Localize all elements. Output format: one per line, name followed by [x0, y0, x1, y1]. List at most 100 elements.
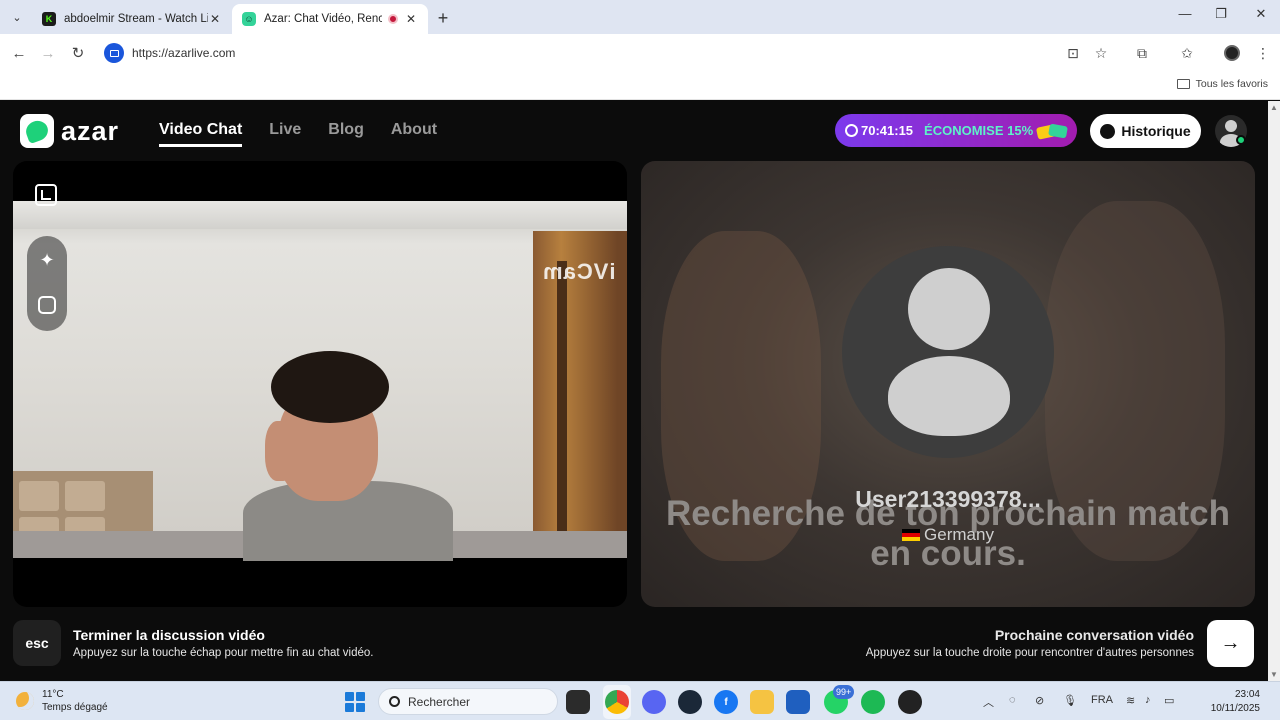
ai-effects-sparkle-icon[interactable]: ✦: [35, 248, 59, 272]
restore-window-button[interactable]: ❐: [1206, 6, 1236, 22]
local-video: iVCam ✦: [13, 161, 627, 607]
obs-icon[interactable]: [898, 690, 922, 714]
search-icon: [389, 696, 400, 707]
address-bar[interactable]: https://azarlive.com: [100, 39, 1120, 67]
bookmark-star-icon[interactable]: ☆: [1090, 42, 1112, 64]
face-filter-icon[interactable]: [35, 293, 59, 317]
next-chat-title: Prochaine conversation vidéo: [994, 627, 1194, 643]
minimize-video-icon[interactable]: [35, 184, 57, 206]
end-chat-button[interactable]: esc: [13, 620, 61, 666]
language-indicator[interactable]: FRA: [1091, 694, 1113, 706]
close-tab-icon[interactable]: ✕: [404, 12, 418, 26]
nav-live[interactable]: Live: [269, 121, 301, 147]
nav-blog[interactable]: Blog: [328, 121, 364, 147]
microsoft-store-icon[interactable]: [786, 690, 810, 714]
tab-search-chevron-icon[interactable]: ⌄: [8, 8, 26, 26]
url-text[interactable]: https://azarlive.com: [132, 46, 235, 60]
history-clock-icon: [1100, 123, 1116, 139]
discord-icon[interactable]: [642, 690, 666, 714]
country-name: Germany: [924, 525, 994, 544]
online-status-badge: [1236, 135, 1246, 145]
search-placeholder: Rechercher: [408, 694, 471, 709]
browser-tab-bar: ⌄ K abdoelmir Stream - Watch Live ✕ ☺ Az…: [0, 0, 1280, 34]
windows-taskbar: 11°C Temps dégagé Rechercher f 99+ ︿ ◌ ⊘…: [0, 681, 1280, 720]
battery-icon[interactable]: ▭: [1164, 694, 1174, 707]
azar-logo[interactable]: azar: [20, 114, 119, 148]
moon-icon: [16, 692, 34, 710]
clock-icon: [845, 124, 858, 137]
new-tab-button[interactable]: +: [434, 8, 452, 29]
germany-flag-icon: [902, 529, 921, 541]
clock-time: 23:04: [1234, 689, 1260, 700]
system-clock[interactable]: 23:04 10/11/2025: [1211, 688, 1260, 716]
azar-page: azar Video Chat Live Blog About 70:41:15…: [0, 101, 1268, 681]
tab-title: abdoelmir Stream - Watch Live: [64, 13, 208, 25]
more-menu-icon[interactable]: ⋮: [1252, 42, 1274, 64]
promo-text: ÉCONOMISE 15%: [924, 123, 1034, 138]
file-explorer-icon[interactable]: [750, 690, 774, 714]
task-view-icon[interactable]: [566, 690, 590, 714]
all-bookmarks-label: Tous les favoris: [1195, 78, 1268, 90]
user-in-camera: [243, 351, 473, 561]
site-info-icon[interactable]: [104, 43, 124, 63]
camera-feed: iVCam: [13, 201, 627, 561]
partner-country: Germany: [641, 525, 1255, 545]
tray-app-icon[interactable]: ◌: [1009, 694, 1016, 706]
promo-banner[interactable]: 70:41:15 ÉCONOMISE 15%: [835, 114, 1077, 147]
end-chat-title: Terminer la discussion vidéo: [73, 627, 265, 643]
microphone-icon[interactable]: 🎙: [1063, 694, 1077, 707]
install-app-icon[interactable]: ⊡: [1062, 42, 1084, 64]
minimize-window-button[interactable]: —: [1170, 6, 1200, 21]
profile-avatar[interactable]: [1221, 42, 1243, 64]
wifi-icon[interactable]: ≋: [1126, 694, 1135, 707]
logo-text: azar: [61, 115, 120, 146]
camera-watermark: iVCam: [541, 259, 615, 284]
video-effects-rail: ✦: [27, 236, 67, 331]
close-window-button[interactable]: ✕: [1246, 6, 1276, 22]
all-bookmarks[interactable]: Tous les favoris: [1176, 78, 1268, 90]
back-button[interactable]: ←: [8, 42, 30, 64]
tab-azar[interactable]: ☺ Azar: Chat Vidéo, Rencontre ✕: [232, 4, 428, 34]
azar-favicon-icon: ☺: [242, 12, 256, 26]
history-button[interactable]: Historique: [1090, 114, 1201, 148]
scroll-up-icon[interactable]: ▲: [1270, 103, 1278, 112]
bookmarks-bar: Tous les favoris: [0, 72, 1280, 100]
steam-icon[interactable]: [678, 690, 702, 714]
taskbar-search[interactable]: Rechercher: [378, 688, 558, 715]
azar-logo-icon: [20, 114, 54, 148]
remote-video: Recherche de ton prochain match en cours…: [641, 161, 1255, 607]
next-chat-button[interactable]: →: [1207, 620, 1254, 667]
nav-video-chat[interactable]: Video Chat: [159, 121, 243, 147]
spotify-icon[interactable]: [861, 690, 885, 714]
tray-overflow-icon[interactable]: ︿: [983, 694, 994, 710]
favorites-icon[interactable]: ✩: [1176, 42, 1198, 64]
chrome-icon[interactable]: [605, 690, 629, 714]
main-nav: Video Chat Live Blog About: [159, 121, 437, 147]
reload-button[interactable]: ↻: [67, 42, 89, 64]
tab-title: Azar: Chat Vidéo, Rencontre: [264, 13, 382, 25]
nav-about[interactable]: About: [391, 121, 437, 147]
folder-icon: [1176, 79, 1190, 89]
extensions-icon[interactable]: ⧉: [1131, 42, 1153, 64]
clock-date: 10/11/2025: [1210, 703, 1260, 714]
tab-kick-stream[interactable]: K abdoelmir Stream - Watch Live ✕: [32, 4, 232, 34]
kick-favicon-icon: K: [42, 12, 56, 26]
facebook-icon[interactable]: f: [714, 690, 738, 714]
browser-toolbar: ← → ↻ https://azarlive.com ⊡ ☆ ⧉ ✩ ⋮: [0, 34, 1280, 72]
scroll-down-icon[interactable]: ▼: [1270, 670, 1278, 679]
partner-avatar: [842, 246, 1054, 458]
page-scrollbar[interactable]: ▲ ▼: [1268, 101, 1280, 681]
weather-widget[interactable]: 11°C Temps dégagé: [16, 688, 108, 714]
weather-desc: Temps dégagé: [42, 702, 108, 713]
windows-start-icon[interactable]: [345, 692, 365, 712]
close-tab-icon[interactable]: ✕: [208, 12, 222, 26]
weather-temp: 11°C: [42, 689, 64, 700]
recording-indicator-icon: [388, 14, 398, 24]
tray-disabled-icon[interactable]: ⊘: [1035, 694, 1044, 707]
partner-username: User213399378...: [855, 486, 1041, 512]
volume-icon[interactable]: ♪: [1145, 694, 1151, 706]
forward-button[interactable]: →: [37, 42, 59, 64]
history-label: Historique: [1121, 123, 1191, 139]
whatsapp-badge: 99+: [833, 685, 855, 699]
next-chat-hint: Appuyez sur la touche droite pour rencon…: [865, 647, 1194, 659]
